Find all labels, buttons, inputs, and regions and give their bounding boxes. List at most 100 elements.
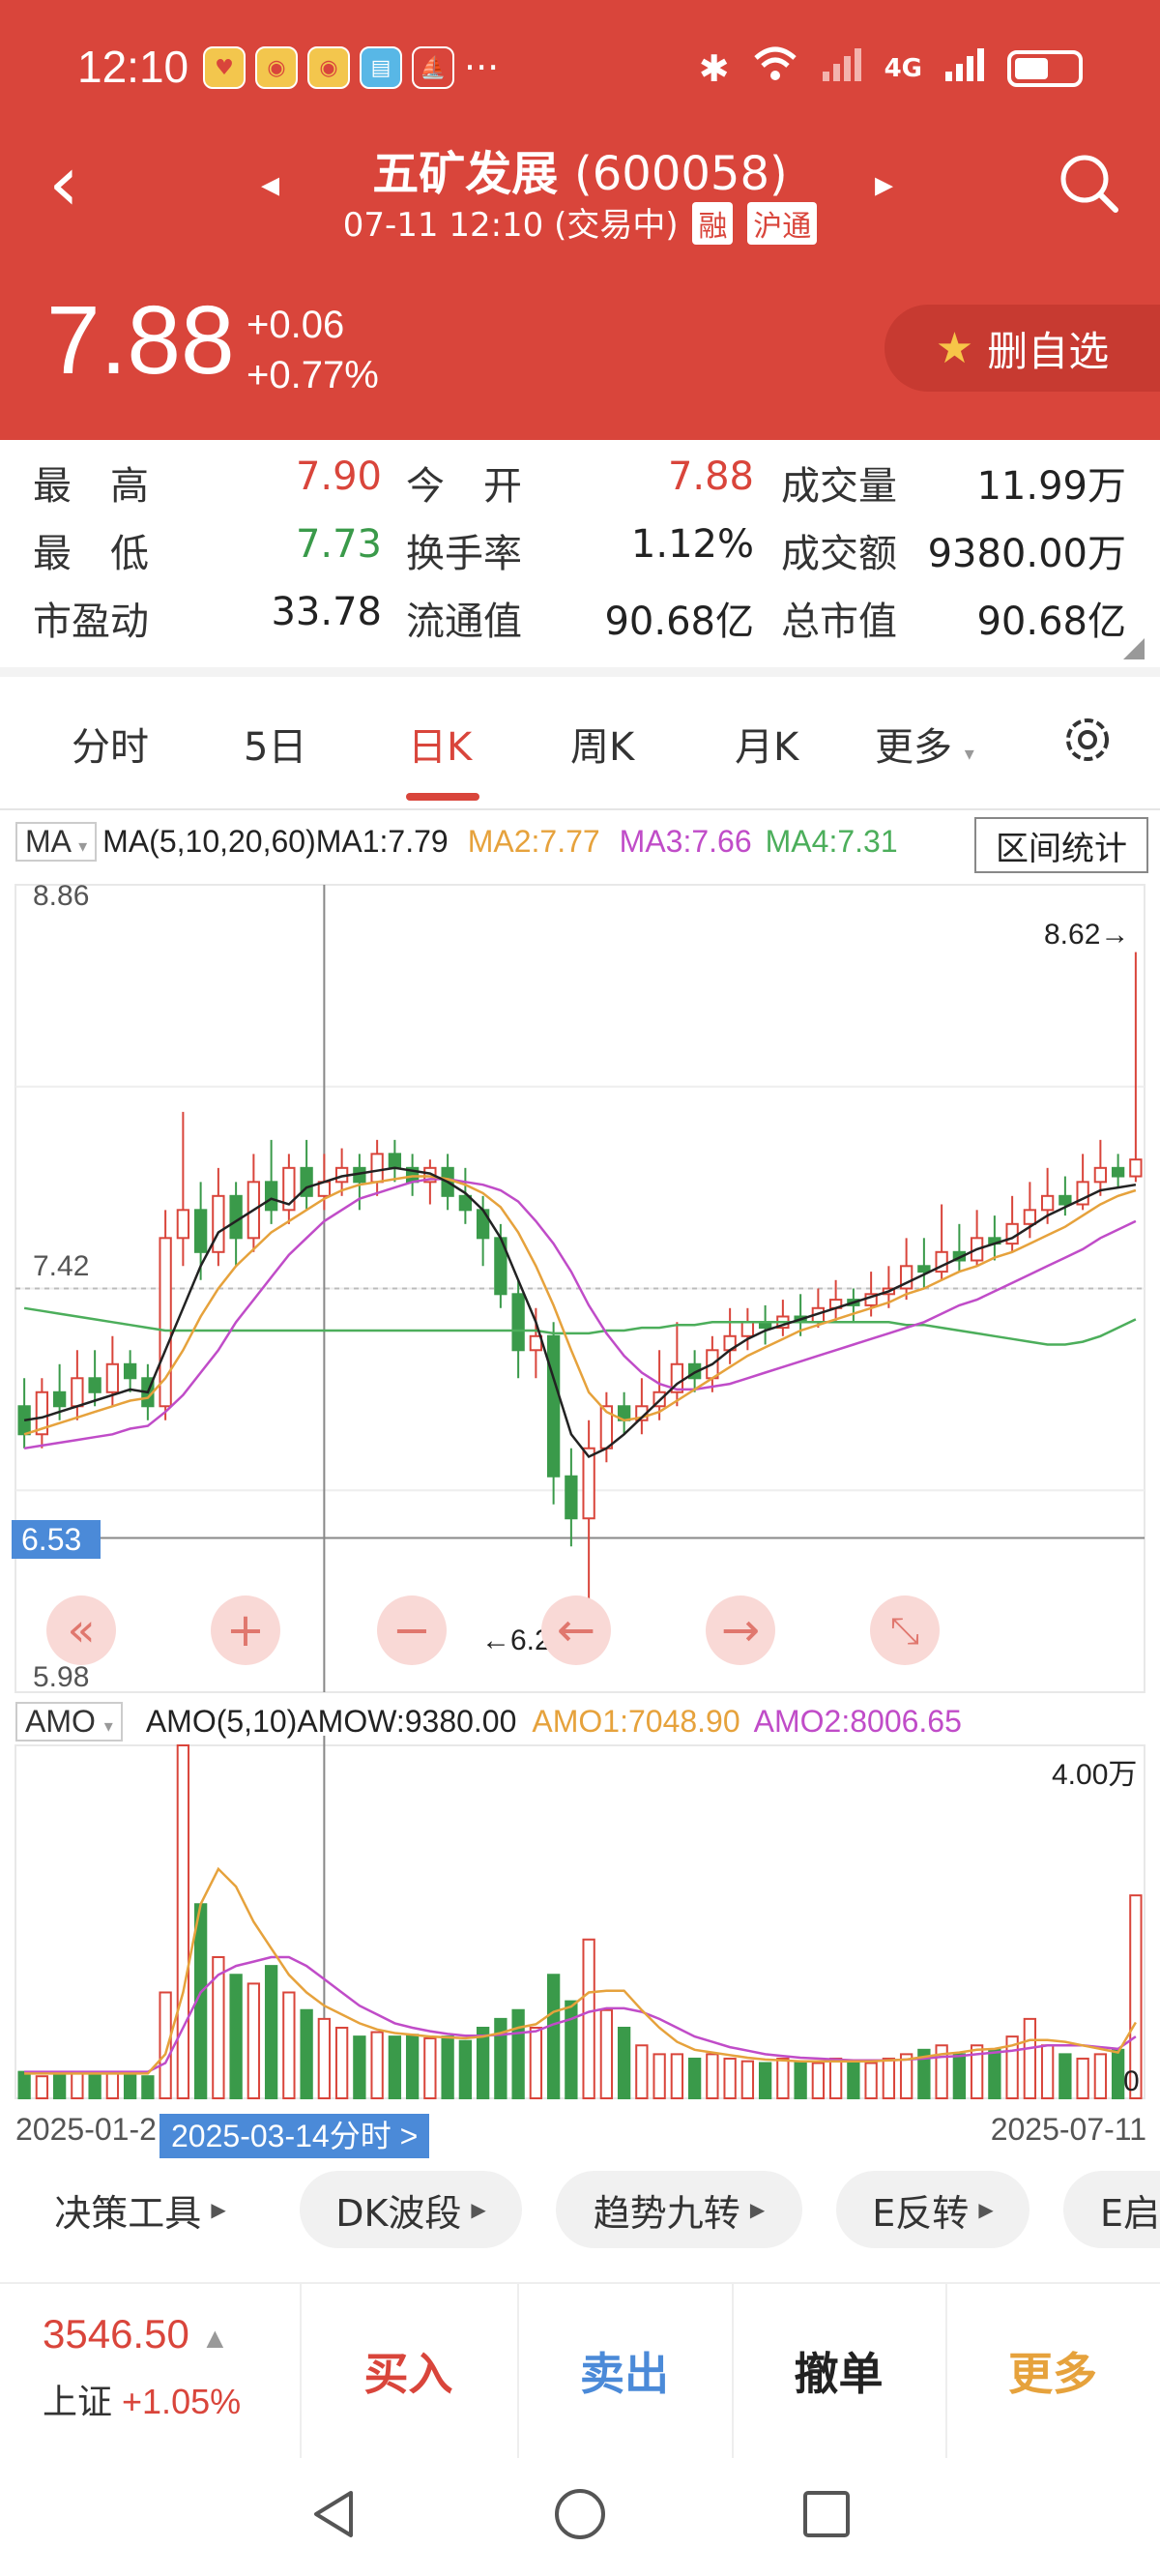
caret-right-icon: ▶ (471, 2198, 486, 2221)
ma-indicator-bar: MA ▾ MA(5,10,20,60) MA1:7.79 MA2:7.77 MA… (15, 822, 898, 862)
nav-home-icon[interactable] (551, 2485, 609, 2543)
tool-dk-band[interactable]: DK波段 ▶ (300, 2171, 522, 2248)
volume-bar (511, 2008, 525, 2099)
tool-label: DK波段 (335, 2191, 462, 2235)
volume-bar (811, 2062, 826, 2099)
volume-bar (882, 2057, 896, 2099)
ma-indicator-select[interactable]: MA ▾ (15, 822, 98, 862)
ma-params: MA(5,10,20,60) (102, 824, 316, 859)
candle-body (193, 1209, 208, 1253)
sell-button[interactable]: 卖出 (517, 2284, 732, 2458)
candle-body (123, 1362, 137, 1380)
notification-app-icon: ♥ (203, 46, 246, 89)
change-abs: +0.06 (246, 304, 345, 346)
total-cap-label: 总市值 (781, 600, 897, 644)
index-change: +1.05% (122, 2382, 242, 2421)
candle-body (71, 1377, 84, 1408)
pe-label: 市盈动 (33, 600, 149, 644)
tab-daily-k[interactable]: 日K (408, 716, 472, 772)
chevron-down-icon: ▾ (964, 742, 974, 765)
caret-right-icon: ▶ (211, 2198, 226, 2221)
kline-chart[interactable] (0, 875, 1160, 1697)
volume-bar (71, 2070, 84, 2099)
volume-chart[interactable] (0, 1736, 1160, 2103)
candle-body (740, 1321, 755, 1337)
amount-label: 成交额 (781, 532, 897, 576)
stock-subtitle: 07-11 12:10 (交易中) 融 沪通 (0, 198, 1160, 246)
candle-body (1040, 1194, 1055, 1212)
stats-row: 最 高 7.90 今 开 7.88 成交量 11.99万 (0, 454, 1160, 522)
tab-5day[interactable]: 5日 (244, 716, 306, 772)
arrow-left-icon[interactable]: ← (541, 1595, 611, 1665)
candle-body (1093, 1166, 1108, 1184)
status-app-icons: ♥ ◉ ◉ ▤ ⛵ ··· (203, 46, 499, 89)
nav-back-icon[interactable] (304, 2485, 362, 2543)
index-name: 上证 +1.05% (43, 2374, 241, 2424)
stock-title: 五矿发展 (600058) (0, 135, 1160, 203)
stock-code: (600058) (574, 147, 788, 201)
more-actions-button[interactable]: 更多 (945, 2284, 1160, 2458)
tool-e-start[interactable]: E启 (1063, 2171, 1160, 2248)
max-price-marker: 8.62→ (1044, 919, 1130, 951)
current-price: 7.88 (46, 286, 235, 395)
stats-grid: 最 高 7.90 今 开 7.88 成交量 11.99万 最 低 7.73 换手… (0, 445, 1160, 672)
candle-body (105, 1362, 120, 1393)
amount-value: 9380.00万 (927, 532, 1126, 576)
end-date: 2025-07-11 (990, 2112, 1146, 2147)
buy-button[interactable]: 买入 (300, 2284, 517, 2458)
settings-gear-icon[interactable] (1058, 711, 1116, 769)
selected-date-button[interactable]: 2025-03-14分时 > (160, 2114, 430, 2158)
volume-bar (353, 2035, 366, 2099)
volume-axis-max: 4.00万 (1052, 1759, 1138, 1791)
rewind-icon[interactable]: « (46, 1595, 116, 1665)
price-axis-mid: 7.42 (33, 1250, 90, 1282)
search-icon[interactable] (1056, 150, 1123, 218)
nav-recents-icon[interactable] (798, 2485, 856, 2543)
open-label: 今 开 (406, 464, 522, 509)
volume-bar (123, 2073, 137, 2099)
zoom-out-icon[interactable]: − (377, 1595, 447, 1665)
volume-bar (740, 2060, 755, 2099)
candle-body (1129, 1158, 1143, 1178)
tool-trend-nine[interactable]: 趋势九转 ▶ (556, 2171, 802, 2248)
network-type: 4G (884, 53, 922, 83)
range-stats-button[interactable]: 区间统计 (974, 817, 1148, 873)
volume-bar (988, 2048, 1001, 2099)
tool-decision[interactable]: 决策工具 ▶ (29, 2171, 251, 2248)
index-value[interactable]: 3546.50 ▲ (43, 2311, 229, 2357)
volume-bar (52, 2072, 67, 2100)
weibo-icon: ◉ (255, 46, 298, 89)
tab-more[interactable]: 更多 ▾ (875, 716, 974, 772)
volume-bar (476, 2027, 490, 2099)
volume-bar (1023, 2017, 1037, 2099)
volume-bar (828, 2057, 843, 2099)
margin-tag: 融 (692, 202, 734, 245)
total-cap-value: 90.68亿 (976, 600, 1126, 644)
zoom-in-icon[interactable]: + (211, 1595, 280, 1665)
candle-body (229, 1194, 243, 1240)
amo-select-label: AMO (25, 1704, 96, 1739)
candle-body (1005, 1222, 1019, 1245)
active-tab-indicator (406, 793, 479, 801)
volume-bar (441, 2035, 454, 2099)
volume-bar (706, 2053, 719, 2099)
volume-bar (282, 1991, 296, 2099)
tab-monthly-k[interactable]: 月K (735, 716, 798, 772)
volume-bar (88, 2074, 102, 2099)
tool-e-reversal[interactable]: E反转 ▶ (836, 2171, 1030, 2248)
arrow-right-icon[interactable]: → (706, 1595, 775, 1665)
candle-body (546, 1334, 561, 1478)
cancel-order-button[interactable]: 撤单 (732, 2284, 945, 2458)
price-axis-top: 8.86 (33, 880, 90, 912)
fullscreen-icon[interactable]: ⤡ (870, 1595, 940, 1665)
expand-corner-icon[interactable] (1123, 638, 1145, 659)
tab-weekly-k[interactable]: 周K (570, 716, 634, 772)
volume-bar (405, 2034, 420, 2099)
volume-bar (582, 1938, 595, 2099)
tab-intraday[interactable]: 分时 (72, 716, 149, 772)
volume-bar (35, 2075, 49, 2099)
ma1-line (23, 1166, 1137, 1459)
remove-watchlist-button[interactable]: ★ 删自选 (884, 305, 1160, 392)
candle-body (388, 1153, 402, 1169)
start-date: 2025-01-2 (15, 2112, 157, 2147)
